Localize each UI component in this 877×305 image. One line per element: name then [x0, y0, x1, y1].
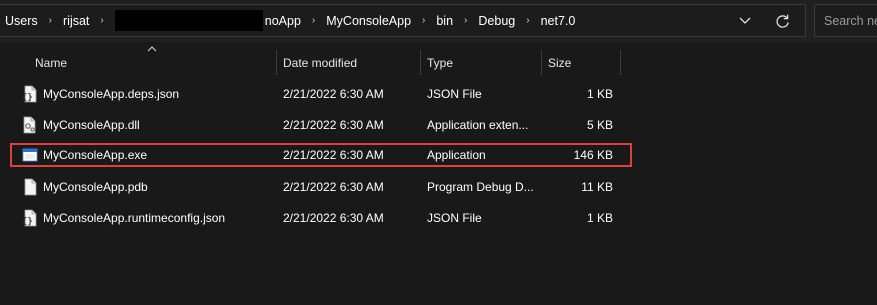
file-size: 146 KB: [573, 148, 613, 162]
column-header-date[interactable]: Date modified: [283, 48, 357, 75]
breadcrumb-bin[interactable]: bin: [434, 14, 455, 28]
breadcrumb-debug[interactable]: Debug: [476, 14, 517, 28]
file-name: MyConsoleApp.deps.json: [43, 87, 180, 101]
column-header-type[interactable]: Type: [427, 48, 453, 75]
file-row-highlighted[interactable]: MyConsoleApp.exe 2/21/2022 6:30 AM Appli…: [10, 143, 632, 167]
file-name: MyConsoleApp.dll: [43, 118, 140, 132]
column-divider[interactable]: [620, 50, 621, 75]
file-size: 1 KB: [586, 211, 613, 225]
chevron-right-icon[interactable]: ›: [100, 15, 103, 26]
file-row[interactable]: MyConsoleApp.dll 2/21/2022 6:30 AM Appli…: [10, 113, 632, 137]
column-header-size[interactable]: Size: [548, 48, 571, 75]
file-size: 5 KB: [586, 118, 613, 132]
redacted-path: [114, 10, 263, 31]
file-size: 1 KB: [586, 87, 613, 101]
breadcrumb-net70[interactable]: net7.0: [539, 14, 578, 28]
exe-file-icon: [22, 148, 38, 162]
file-date: 2/21/2022 6:30 AM: [283, 118, 384, 132]
chevron-down-icon[interactable]: [736, 14, 754, 28]
file-type: JSON File: [427, 87, 482, 101]
address-bar[interactable]: Users › rijsat › noApp › MyConsoleApp › …: [0, 4, 806, 37]
column-divider[interactable]: [276, 50, 277, 75]
chevron-right-icon[interactable]: ›: [422, 15, 425, 26]
chevron-right-icon[interactable]: ›: [526, 15, 529, 26]
file-row[interactable]: MyConsoleApp.pdb 2/21/2022 6:30 AM Progr…: [10, 175, 632, 199]
breadcrumb-user[interactable]: rijsat: [61, 14, 91, 28]
file-type: JSON File: [427, 211, 482, 225]
file-row[interactable]: {} MyConsoleApp.runtimeconfig.json 2/21/…: [10, 206, 632, 230]
file-date: 2/21/2022 6:30 AM: [283, 87, 384, 101]
column-divider[interactable]: [541, 50, 542, 75]
blank-file-icon: [24, 178, 37, 196]
file-type: Program Debug D...: [427, 180, 534, 194]
file-name: MyConsoleApp.exe: [43, 148, 148, 162]
dll-file-icon: [23, 116, 36, 134]
search-input[interactable]: Search net: [814, 4, 877, 37]
json-file-icon: {}: [22, 85, 37, 103]
chevron-right-icon[interactable]: ›: [312, 15, 315, 26]
file-row[interactable]: {} MyConsoleApp.deps.json 2/21/2022 6:30…: [10, 82, 632, 106]
file-date: 2/21/2022 6:30 AM: [283, 180, 384, 194]
file-name: MyConsoleApp.runtimeconfig.json: [43, 211, 226, 225]
chevron-right-icon[interactable]: ›: [464, 15, 467, 26]
file-name: MyConsoleApp.pdb: [43, 180, 148, 194]
file-type: Application: [427, 148, 486, 162]
file-size: 11 KB: [581, 180, 613, 194]
breadcrumb: Users › rijsat › noApp › MyConsoleApp › …: [3, 5, 577, 36]
json-file-icon: {}: [22, 209, 37, 227]
chevron-right-icon[interactable]: ›: [49, 15, 52, 26]
file-type: Application exten...: [427, 118, 529, 132]
breadcrumb-users[interactable]: Users: [3, 14, 40, 28]
column-divider[interactable]: [420, 50, 421, 75]
svg-text:{}: {}: [22, 217, 33, 227]
column-header-row: Name Date modified Type Size: [0, 48, 877, 75]
file-date: 2/21/2022 6:30 AM: [283, 148, 384, 162]
file-explorer-window: Users › rijsat › noApp › MyConsoleApp › …: [0, 0, 877, 305]
svg-text:{}: {}: [22, 93, 33, 103]
refresh-icon[interactable]: [774, 13, 792, 31]
breadcrumb-myconsoleapp[interactable]: MyConsoleApp: [324, 14, 413, 28]
breadcrumb-project[interactable]: noApp: [263, 14, 303, 28]
column-header-name[interactable]: Name: [35, 48, 67, 75]
navigation-bar: Users › rijsat › noApp › MyConsoleApp › …: [0, 0, 877, 42]
file-date: 2/21/2022 6:30 AM: [283, 211, 384, 225]
